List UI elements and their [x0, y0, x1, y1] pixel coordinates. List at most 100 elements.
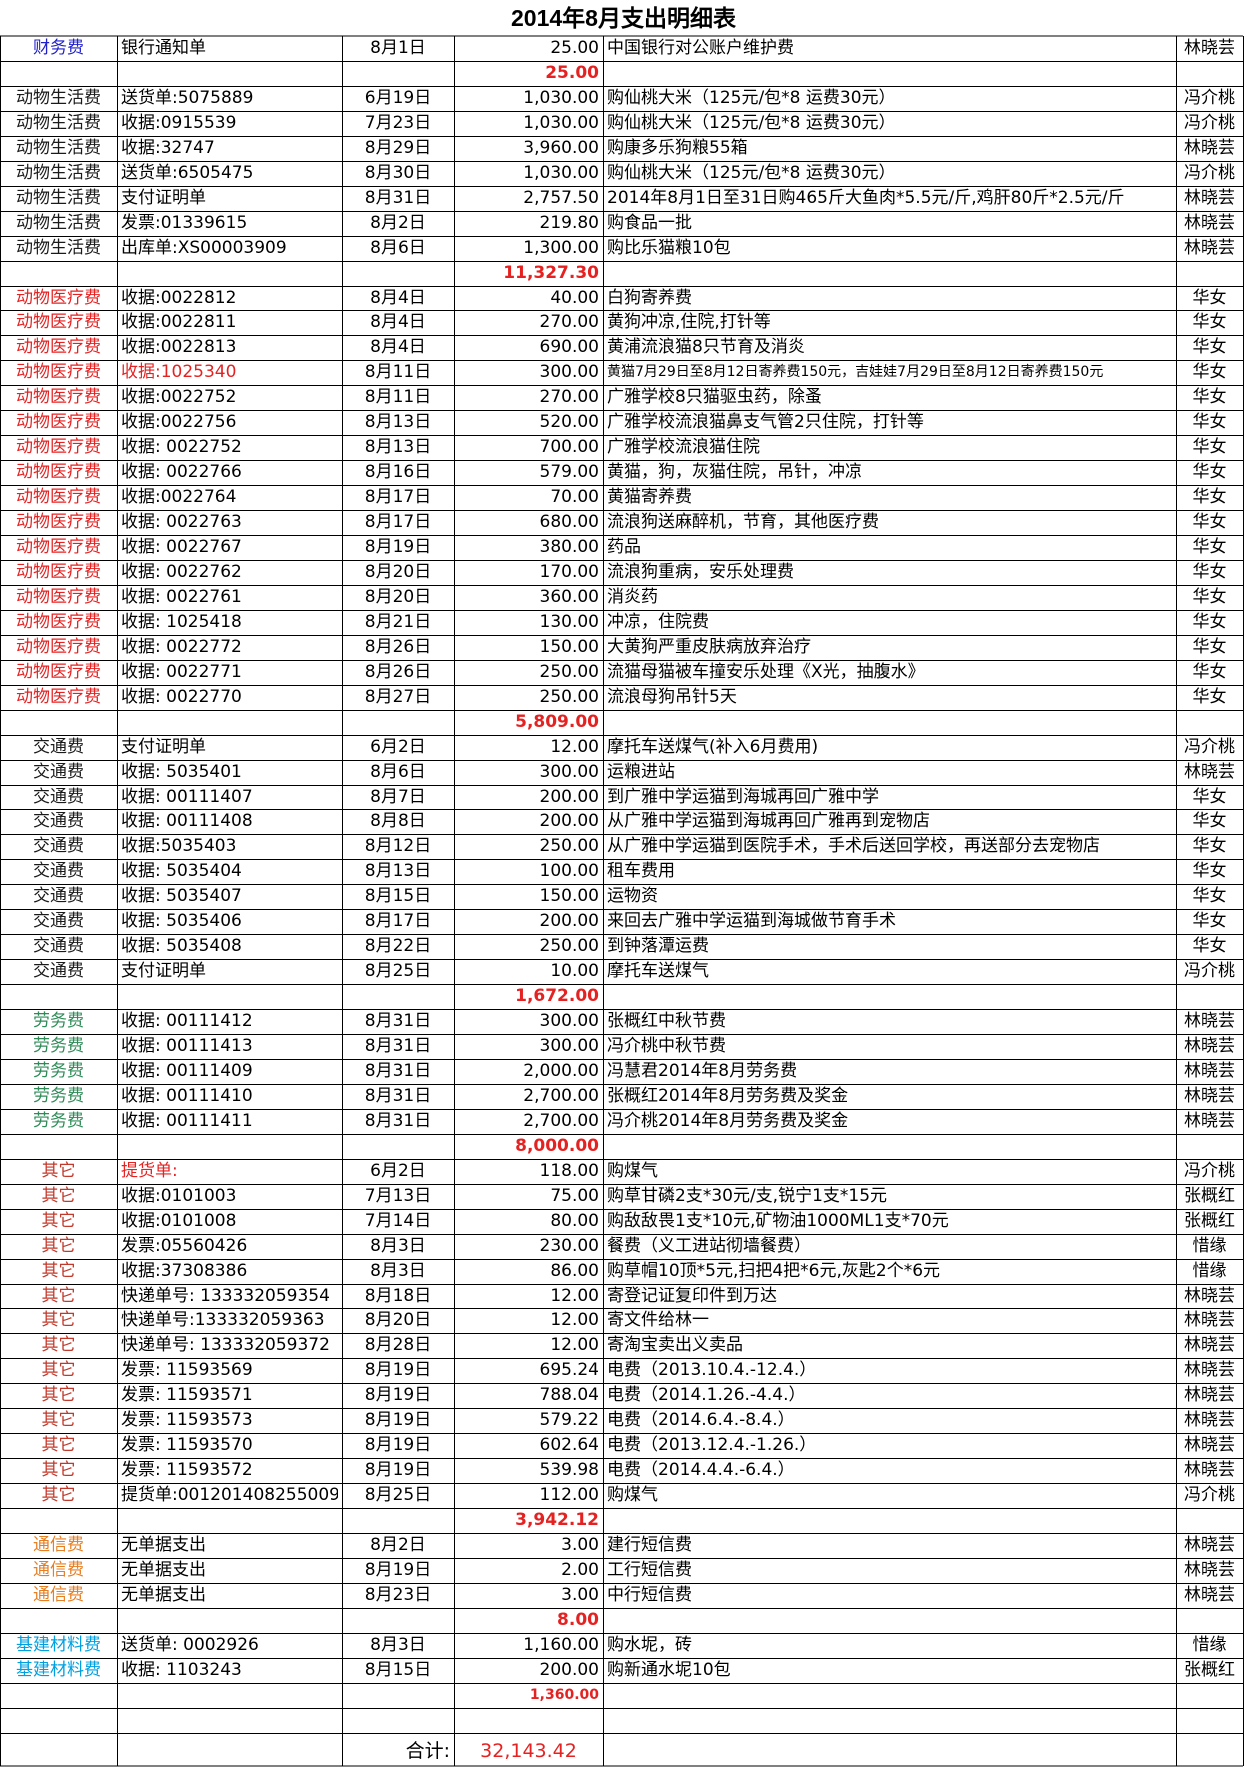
cell-date: 8月13日 [364, 437, 432, 458]
cell-category: 动物医疗费 [16, 412, 101, 433]
cell-date: 8月19日 [364, 1559, 432, 1580]
cell-description: 冯介桃中秋节费 [607, 1036, 726, 1056]
cell-document-no: 提货单:001201408255009 [121, 1485, 338, 1506]
cell-date: 8月11日 [364, 387, 432, 408]
cell-handler: 华女 [1192, 611, 1227, 632]
cell-document-no: 收据: 00111407 [121, 786, 253, 807]
cell-handler: 华女 [1192, 561, 1227, 582]
cell-category: 动物医疗费 [16, 362, 101, 383]
cell-date: 8月31日 [364, 1060, 432, 1081]
cell-subtotal: 3,942.12 [515, 1510, 599, 1531]
cell-category: 其它 [41, 1360, 76, 1381]
cell-amount: 230.00 [539, 1235, 599, 1256]
cell-handler: 冯介桃 [1184, 736, 1235, 757]
cell-date: 6月2日 [370, 736, 426, 757]
cell-date: 8月21日 [364, 611, 432, 632]
cell-category: 基建材料费 [16, 1659, 101, 1680]
cell-date: 8月13日 [364, 412, 432, 433]
cell-category: 劳务费 [33, 1036, 84, 1056]
cell-date: 8月3日 [370, 1260, 426, 1281]
cell-date: 7月23日 [364, 112, 432, 133]
cell-date: 8月4日 [370, 312, 426, 333]
cell-amount: 579.22 [539, 1410, 599, 1431]
cell-amount: 12.00 [550, 736, 599, 757]
cell-amount: 300.00 [539, 362, 599, 383]
cell-category: 动物医疗费 [16, 437, 101, 458]
cell-document-no: 无单据支出 [121, 1584, 206, 1605]
cell-date: 8月31日 [364, 187, 432, 208]
cell-category: 交通费 [33, 911, 84, 932]
cell-category: 动物医疗费 [16, 611, 101, 632]
cell-category: 劳务费 [33, 1085, 84, 1106]
cell-amount: 118.00 [539, 1160, 599, 1181]
cell-description: 白狗寄养费 [607, 287, 692, 308]
cell-description: 广雅学校流浪猫住院 [607, 437, 760, 458]
cell-document-no: 支付证明单 [121, 187, 206, 208]
cell-handler: 林晓芸 [1184, 1584, 1235, 1605]
cell-amount: 70.00 [550, 487, 599, 508]
cell-amount: 300.00 [539, 1011, 599, 1032]
cell-amount: 380.00 [539, 537, 599, 557]
cell-date: 7月14日 [364, 1210, 432, 1231]
cell-category: 其它 [41, 1235, 76, 1256]
cell-category: 其它 [41, 1385, 76, 1406]
cell-document-no: 快递单号: 133332059354 [121, 1285, 330, 1306]
cell-amount: 219.80 [539, 212, 599, 233]
cell-date: 8月4日 [370, 337, 426, 358]
cell-document-no: 收据: 5035401 [121, 761, 242, 782]
cell-category: 其它 [41, 1410, 76, 1431]
cell-document-no: 支付证明单 [121, 961, 206, 982]
cell-document-no: 收据:32747 [121, 137, 215, 158]
cell-date: 8月2日 [370, 212, 426, 233]
cell-handler: 林晓芸 [1184, 1385, 1235, 1406]
cell-handler: 林晓芸 [1184, 1085, 1235, 1106]
cell-amount: 360.00 [539, 586, 599, 607]
cell-amount: 788.04 [539, 1385, 599, 1406]
cell-description: 广雅学校流浪猫鼻支气管2只住院，打针等 [607, 412, 924, 433]
cell-handler: 华女 [1192, 512, 1227, 533]
cell-description: 购仙桃大米（125元/包*8 运费30元） [607, 162, 896, 183]
cell-category: 动物生活费 [16, 212, 101, 233]
cell-amount: 2,757.50 [523, 187, 599, 208]
cell-amount: 3,960.00 [523, 137, 599, 158]
cell-document-no: 发票:01339615 [121, 212, 248, 233]
cell-date: 8月30日 [364, 162, 432, 183]
cell-description: 购康多乐狗粮55箱 [607, 137, 748, 158]
cell-amount: 40.00 [550, 287, 599, 308]
cell-handler: 冯介桃 [1184, 112, 1235, 133]
cell-handler: 林晓芸 [1184, 1559, 1235, 1580]
cell-category: 其它 [41, 1160, 76, 1181]
cell-category: 劳务费 [33, 1060, 84, 1081]
cell-amount: 75.00 [550, 1185, 599, 1206]
cell-amount: 200.00 [539, 811, 599, 832]
cell-amount: 10.00 [550, 961, 599, 982]
cell-description: 购仙桃大米（125元/包*8 运费30元） [607, 112, 896, 133]
cell-description: 流浪母狗吊针5天 [607, 686, 737, 707]
cell-category: 其它 [41, 1260, 76, 1281]
cell-document-no: 收据:0915539 [121, 112, 237, 133]
cell-document-no: 收据: 5035407 [121, 886, 242, 907]
cell-document-no: 快递单号:133332059363 [121, 1310, 325, 1331]
cell-document-no: 收据:0022811 [121, 312, 237, 333]
cell-date: 8月7日 [370, 786, 426, 807]
cell-amount: 300.00 [539, 1036, 599, 1056]
cell-description: 中行短信费 [607, 1584, 692, 1605]
cell-category: 动物医疗费 [16, 561, 101, 582]
cell-handler: 华女 [1192, 412, 1227, 433]
cell-description: 购煤气 [607, 1160, 658, 1181]
cell-amount: 579.00 [539, 462, 599, 483]
cell-description: 到广雅中学运猫到海城再回广雅中学 [607, 786, 879, 807]
cell-handler: 华女 [1192, 911, 1227, 932]
cell-date: 8月25日 [364, 961, 432, 982]
cell-description: 运物资 [607, 886, 658, 907]
cell-category: 交通费 [33, 761, 84, 782]
cell-document-no: 出库单:XS00003909 [121, 237, 287, 258]
cell-handler: 华女 [1192, 537, 1227, 557]
cell-description: 电费（2013.12.4.-1.26.） [607, 1435, 817, 1456]
cell-category: 动物生活费 [16, 162, 101, 183]
cell-date: 8月17日 [364, 911, 432, 932]
cell-amount: 80.00 [550, 1210, 599, 1231]
cell-document-no: 发票: 11593569 [121, 1360, 253, 1381]
cell-handler: 华女 [1192, 786, 1227, 807]
cell-handler: 华女 [1192, 487, 1227, 508]
